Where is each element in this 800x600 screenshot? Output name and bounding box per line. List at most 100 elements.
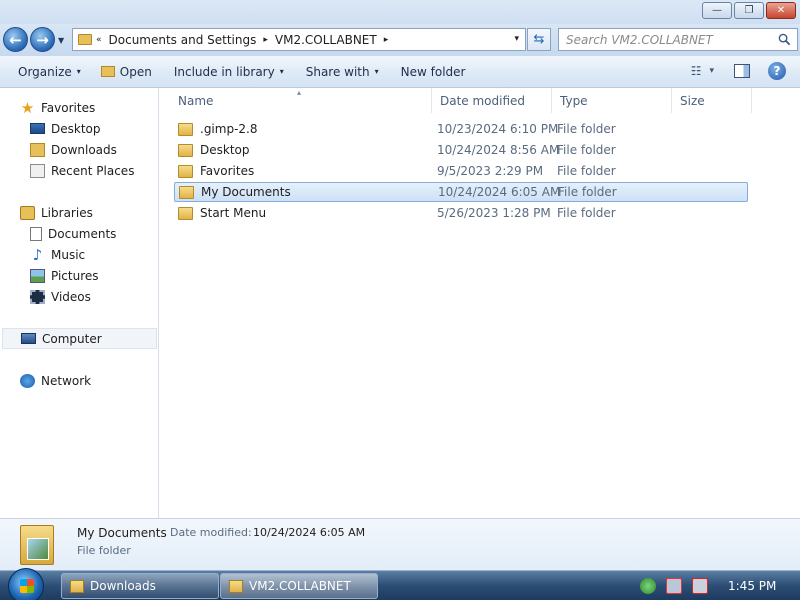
recent-pages-dropdown[interactable]: ▼ [58, 36, 64, 45]
nav-item-label: Libraries [41, 205, 93, 220]
address-dropdown[interactable]: ▾ [514, 34, 519, 44]
forward-button[interactable]: → [30, 27, 55, 52]
refresh-icon: ⇆ [533, 32, 545, 47]
breadcrumb-vm2-collabnet[interactable]: VM2.COLLABNET [272, 33, 380, 47]
table-row[interactable]: Desktop 10/24/2024 8:56 AM File folder [174, 140, 748, 160]
nav-item-label: Favorites [41, 100, 96, 115]
preview-pane-icon[interactable] [734, 64, 750, 78]
navigation-pane: ★ Favorites Desktop Downloads Recent Pla… [0, 88, 159, 518]
nav-item-desktop[interactable]: Desktop [30, 118, 101, 139]
new-folder-button[interactable]: New folder [393, 61, 474, 83]
taskbar-item-label: Downloads [90, 579, 156, 593]
close-button[interactable]: ✕ [766, 2, 796, 19]
downloads-folder-icon [30, 142, 45, 157]
details-pane: My Documents Date modified: 10/24/2024 6… [0, 518, 800, 570]
favorites-folder-icon [178, 164, 193, 178]
recent-places-icon [30, 163, 45, 178]
nav-item-label: Videos [51, 289, 91, 304]
title-bar: — ❐ ✕ [0, 0, 800, 24]
taskbar-item-downloads[interactable]: Downloads [61, 573, 219, 599]
file-name: .gimp-2.8 [200, 122, 258, 136]
nav-item-libraries[interactable]: Libraries [20, 202, 93, 223]
maximize-button[interactable]: ❐ [734, 2, 764, 19]
start-button[interactable] [8, 568, 44, 600]
column-header-date-modified[interactable]: Date modified [432, 88, 552, 113]
organize-label: Organize [18, 64, 72, 79]
file-type: File folder [558, 185, 617, 199]
search-icon[interactable] [778, 33, 791, 46]
nav-item-label: Pictures [51, 268, 99, 283]
pictures-icon [30, 268, 45, 283]
column-header-label: Date modified [440, 93, 526, 108]
taskbar-item-vm2-collabnet[interactable]: VM2.COLLABNET [220, 573, 378, 599]
nav-item-recent-places[interactable]: Recent Places [30, 160, 134, 181]
open-button[interactable]: Open [93, 61, 160, 83]
open-label: Open [119, 64, 152, 79]
file-name-cell: Start Menu [178, 206, 266, 220]
file-name: Desktop [200, 143, 250, 157]
volume-muted-icon[interactable] [692, 578, 708, 594]
nav-item-computer[interactable]: Computer [2, 328, 157, 349]
nav-item-favorites[interactable]: ★ Favorites [20, 97, 95, 118]
include-in-library-label: Include in library [173, 64, 275, 79]
documents-icon [30, 226, 42, 241]
help-icon[interactable]: ? [768, 62, 786, 80]
nav-item-label: Downloads [51, 142, 117, 157]
nav-item-music[interactable]: ♪ Music [30, 244, 85, 265]
arrow-left-icon: ← [9, 30, 22, 49]
file-name-cell: Favorites [178, 164, 254, 178]
organize-button[interactable]: Organize ▾ [10, 61, 89, 83]
change-view-button[interactable]: ☷ ▾ [691, 64, 714, 78]
search-input[interactable] [566, 32, 766, 47]
include-in-library-button[interactable]: Include in library ▾ [166, 61, 292, 83]
table-row[interactable]: .gimp-2.8 10/23/2024 6:10 PM File folder [174, 119, 748, 139]
file-name: Favorites [200, 164, 255, 178]
breadcrumb-separator[interactable]: ▸ [380, 35, 393, 45]
breadcrumb-separator[interactable]: ▸ [259, 35, 272, 45]
minimize-button[interactable]: — [702, 2, 732, 19]
file-name-cell: Desktop [178, 143, 250, 157]
breadcrumb-documents-and-settings[interactable]: Documents and Settings [106, 33, 260, 47]
libraries-icon [20, 205, 35, 220]
overflow-chevron[interactable]: « [92, 35, 106, 45]
folder-thumbnail-icon [20, 525, 54, 565]
column-header-size[interactable]: Size [672, 88, 752, 113]
refresh-button[interactable]: ⇆ [527, 28, 551, 51]
nav-item-videos[interactable]: Videos [30, 286, 91, 307]
share-with-label: Share with [305, 64, 370, 79]
chevron-down-icon: ▾ [76, 67, 81, 76]
table-row[interactable]: Start Menu 5/26/2023 1:28 PM File folder [174, 203, 748, 223]
system-tray [640, 578, 708, 594]
arrow-right-icon: → [36, 30, 49, 49]
chevron-down-icon: ▾ [374, 67, 379, 76]
folder-icon [178, 206, 193, 220]
clock[interactable]: 1:45 PM [728, 579, 776, 593]
desktop-icon [30, 123, 45, 134]
table-row-selected[interactable]: My Documents 10/24/2024 6:05 AM File fol… [174, 182, 748, 202]
address-bar[interactable]: « Documents and Settings ▸ VM2.COLLABNET… [72, 28, 526, 51]
action-center-icon[interactable] [640, 578, 656, 594]
folder-icon [229, 579, 243, 593]
folder-icon [178, 122, 193, 136]
column-header-type[interactable]: Type [552, 88, 672, 113]
file-type: File folder [557, 206, 616, 220]
view-list-icon: ☷ [690, 64, 702, 78]
computer-icon [21, 333, 36, 344]
nav-item-downloads[interactable]: Downloads [30, 139, 117, 160]
nav-item-label: Computer [42, 331, 102, 346]
share-with-button[interactable]: Share with ▾ [298, 61, 387, 83]
file-name-cell: My Documents [179, 185, 291, 199]
folder-icon [70, 579, 84, 593]
file-date: 9/5/2023 2:29 PM [437, 164, 544, 178]
file-date: 5/26/2023 1:28 PM [437, 206, 551, 220]
nav-item-pictures[interactable]: Pictures [30, 265, 99, 286]
address-row: ← → ▼ « Documents and Settings ▸ VM2.COL… [0, 24, 800, 56]
network-status-icon[interactable] [666, 578, 682, 594]
nav-item-documents[interactable]: Documents [30, 223, 116, 244]
back-button[interactable]: ← [3, 27, 28, 52]
taskbar: Downloads VM2.COLLABNET 1:45 PM [0, 568, 800, 600]
nav-item-label: Music [51, 247, 86, 262]
nav-item-network[interactable]: Network [20, 370, 91, 391]
table-row[interactable]: Favorites 9/5/2023 2:29 PM File folder [174, 161, 748, 181]
column-header-label: Type [560, 93, 588, 108]
